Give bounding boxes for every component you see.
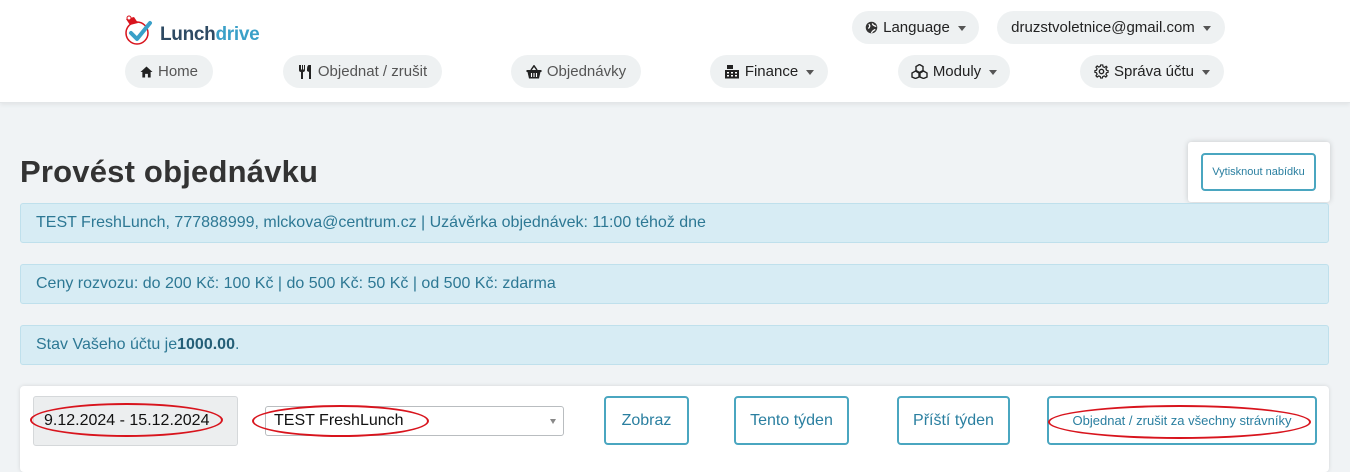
delivery-prices-alert: Ceny rozvozu: do 200 Kč: 100 Kč | do 500… [20,264,1329,304]
cubes-icon [911,64,928,79]
nav-modules[interactable]: Moduly [898,55,1010,88]
chevron-down-icon [989,69,998,75]
user-account-dropdown[interactable]: druzstvoletnice@gmail.com [997,11,1225,44]
language-dropdown[interactable]: Language [852,11,979,44]
fork-knife-icon [298,64,313,80]
account-balance-alert: Stav Vašeho účtu je 1000.00. [20,325,1329,365]
home-icon [140,65,153,78]
delivery-prices-text: Ceny rozvozu: do 200 Kč: 100 Kč | do 500… [36,275,556,292]
basket-icon [526,64,542,79]
this-week-button[interactable]: Tento týden [734,396,849,445]
restaurant-select-value: TEST FreshLunch [274,412,404,429]
date-range-value: 9.12.2024 - 15.12.2024 [44,412,210,429]
user-email: druzstvoletnice@gmail.com [1011,19,1195,36]
cash-register-icon [724,64,740,79]
logo-checkmark-icon [125,15,152,45]
chevron-down-icon [1202,69,1211,75]
print-menu-button[interactable]: Vytisknout nabídku [1201,153,1316,191]
chevron-down-icon [957,25,966,31]
nav-home[interactable]: Home [125,55,213,88]
nav-finance[interactable]: Finance [710,55,828,88]
chevron-down-icon [806,69,815,75]
logo-text: Lunchdrive [160,24,260,45]
restaurant-info-text: TEST FreshLunch, 777888999, mlckova@cent… [36,214,706,231]
order-toolbar: 9.12.2024 - 15.12.2024 TEST FreshLunch Z… [20,386,1329,472]
language-label: Language [883,19,950,36]
restaurant-info-alert: TEST FreshLunch, 777888999, mlckova@cent… [20,203,1329,243]
balance-prefix: Stav Vašeho účtu je [36,336,178,353]
print-panel: Vytisknout nabídku [1188,142,1330,202]
top-navbar: Lunchdrive Language druzstvoletnice@gmai… [0,0,1350,103]
nav-order-cancel[interactable]: Objednat / zrušit [283,55,442,88]
balance-suffix: . [234,336,240,353]
balance-value: 1000.00 [177,336,235,353]
gear-icon [1094,64,1109,79]
date-range-picker[interactable]: 9.12.2024 - 15.12.2024 [33,396,238,446]
lunchdrive-logo[interactable]: Lunchdrive [124,15,260,49]
restaurant-select[interactable]: TEST FreshLunch [265,406,564,436]
next-week-button[interactable]: Příští týden [897,396,1010,445]
show-button[interactable]: Zobraz [604,396,689,445]
order-all-diners-button[interactable]: Objednat / zrušit za všechny strávníky [1047,396,1317,445]
nav-orders[interactable]: Objednávky [511,55,641,88]
globe-icon [865,21,878,34]
page-title: Provést objednávku [20,154,319,189]
nav-account-settings[interactable]: Správa účtu [1080,55,1224,88]
chevron-down-icon [550,419,556,424]
chevron-down-icon [1202,25,1211,31]
